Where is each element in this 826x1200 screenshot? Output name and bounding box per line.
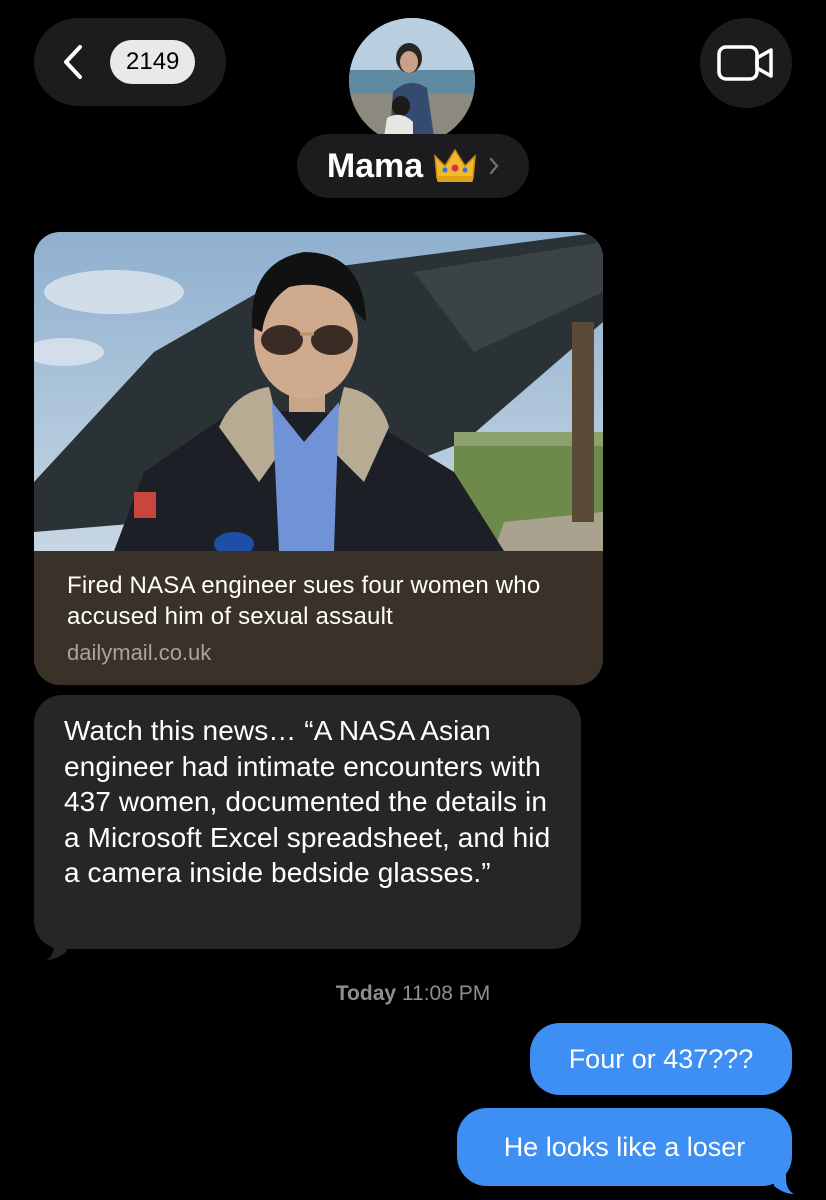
link-domain: dailymail.co.uk [67, 640, 212, 665]
article-photo [34, 232, 603, 551]
avatar-photo [349, 18, 475, 144]
outgoing-message-bubble[interactable]: Four or 437??? [530, 1023, 792, 1095]
outgoing-bubble-tail [772, 1160, 794, 1194]
link-preview-meta: Fired NASA engineer sues four women who … [67, 570, 583, 666]
message-timestamp: Today 11:08 PM [0, 982, 826, 1006]
chevron-left-icon [64, 45, 82, 79]
incoming-bubble-tail [46, 926, 72, 960]
outgoing-message-text: He looks like a loser [503, 1131, 746, 1162]
timestamp-day: Today [335, 982, 397, 1005]
facetime-video-button[interactable] [700, 18, 792, 108]
contact-avatar[interactable] [349, 18, 475, 144]
video-camera-icon [717, 45, 773, 81]
contact-name-button[interactable]: Mama [297, 134, 529, 198]
contact-name: Mama [326, 146, 424, 185]
back-button[interactable]: 2149 [34, 18, 226, 106]
link-title: Fired NASA engineer sues four women who … [67, 572, 541, 630]
timestamp-time: 11:08 PM [401, 982, 491, 1005]
outgoing-message-bubble[interactable]: He looks like a loser [457, 1108, 792, 1186]
outgoing-message-text: Four or 437??? [568, 1043, 754, 1074]
crown-icon [434, 148, 477, 182]
link-preview-card[interactable]: Fired NASA engineer sues four women who … [34, 232, 603, 685]
unread-count-badge: 2149 [110, 40, 196, 84]
incoming-message-bubble[interactable]: Watch this news… “A NASA Asian engineer … [34, 695, 581, 949]
incoming-message-text: Watch this news… “A NASA Asian engineer … [64, 715, 551, 888]
chevron-right-icon [489, 157, 499, 175]
